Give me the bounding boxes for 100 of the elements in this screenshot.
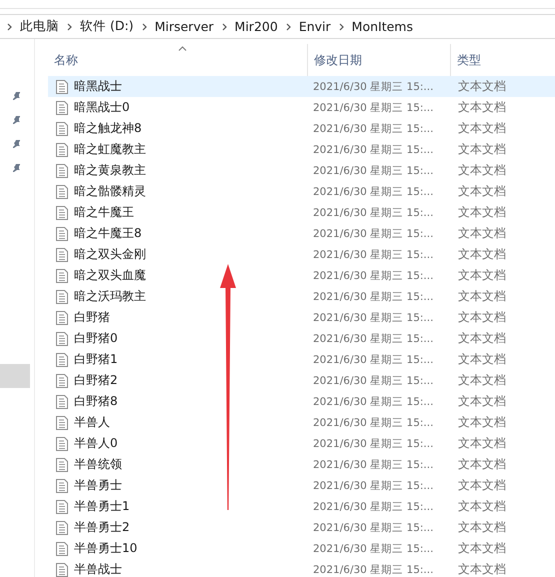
file-name: 白野猪1 bbox=[74, 351, 118, 368]
modified-date: 2021/6/30 星期三 15:... bbox=[312, 268, 434, 282]
file-name: 暗之触龙神8 bbox=[74, 120, 142, 137]
file-type: 文本文档 bbox=[457, 225, 507, 242]
file-row[interactable]: 暗黑战士0 2021/6/30 星期三 15:... 文本文档 bbox=[48, 97, 555, 118]
breadcrumb-item[interactable]: Mir200 bbox=[232, 19, 280, 34]
chevron-right-icon[interactable] bbox=[7, 22, 12, 30]
pin-icon[interactable] bbox=[12, 163, 22, 173]
document-icon bbox=[56, 226, 68, 240]
file-type: 文本文档 bbox=[457, 498, 507, 515]
file-row[interactable]: 半兽人0 2021/6/30 星期三 15:... 文本文档 bbox=[48, 433, 555, 454]
document-icon bbox=[56, 164, 68, 178]
file-row[interactable]: 半兽战士 2021/6/30 星期三 15:... 文本文档 bbox=[48, 559, 555, 577]
file-row[interactable]: 暗之双头金刚 2021/6/30 星期三 15:... 文本文档 bbox=[48, 244, 555, 265]
chevron-right-icon[interactable] bbox=[67, 22, 72, 30]
modified-date: 2021/6/30 星期三 15:... bbox=[312, 164, 434, 178]
file-type: 文本文档 bbox=[457, 330, 507, 347]
document-icon bbox=[56, 520, 68, 534]
file-type: 文本文档 bbox=[457, 372, 507, 389]
file-name: 暗之牛魔王 bbox=[74, 204, 134, 221]
breadcrumb-item[interactable]: 软件 (D:) bbox=[78, 18, 136, 35]
file-name: 白野猪 bbox=[74, 309, 110, 326]
breadcrumb-item[interactable]: Envir bbox=[296, 19, 333, 34]
file-row[interactable]: 暗之沃玛教主 2021/6/30 星期三 15:... 文本文档 bbox=[48, 286, 555, 307]
document-icon bbox=[56, 332, 68, 346]
modified-date: 2021/6/30 星期三 15:... bbox=[312, 206, 434, 220]
file-type: 文本文档 bbox=[457, 477, 507, 494]
file-row[interactable]: 暗之骷髅精灵 2021/6/30 星期三 15:... 文本文档 bbox=[48, 181, 555, 202]
file-name: 暗之双头血魔 bbox=[74, 267, 146, 284]
pin-icon[interactable] bbox=[12, 115, 22, 125]
document-icon bbox=[56, 352, 68, 366]
document-icon bbox=[56, 478, 68, 492]
breadcrumb-item[interactable]: Mirserver bbox=[152, 19, 216, 34]
file-type: 文本文档 bbox=[457, 120, 507, 137]
file-type: 文本文档 bbox=[457, 540, 507, 557]
file-row[interactable]: 半兽人 2021/6/30 星期三 15:... 文本文档 bbox=[48, 412, 555, 433]
modified-date: 2021/6/30 星期三 15:... bbox=[312, 310, 434, 324]
file-type: 文本文档 bbox=[457, 204, 507, 221]
file-type: 文本文档 bbox=[457, 561, 507, 577]
file-row[interactable]: 暗黑战士 2021/6/30 星期三 15:... 文本文档 bbox=[48, 76, 555, 97]
document-icon bbox=[56, 100, 68, 114]
file-name: 暗之牛魔王8 bbox=[74, 225, 142, 242]
document-icon bbox=[56, 394, 68, 408]
document-icon bbox=[56, 206, 68, 220]
file-name: 半兽人0 bbox=[74, 435, 118, 452]
modified-date: 2021/6/30 星期三 15:... bbox=[312, 416, 434, 430]
file-row[interactable]: 半兽勇士1 2021/6/30 星期三 15:... 文本文档 bbox=[48, 496, 555, 517]
modified-date: 2021/6/30 星期三 15:... bbox=[312, 184, 434, 198]
modified-date: 2021/6/30 星期三 15:... bbox=[312, 520, 434, 534]
document-icon bbox=[56, 436, 68, 450]
file-type: 文本文档 bbox=[457, 414, 507, 431]
file-row[interactable]: 白野猪2 2021/6/30 星期三 15:... 文本文档 bbox=[48, 370, 555, 391]
modified-date: 2021/6/30 星期三 15:... bbox=[312, 80, 434, 94]
column-header[interactable]: 名称 bbox=[48, 44, 307, 76]
file-row[interactable]: 暗之双头血魔 2021/6/30 星期三 15:... 文本文档 bbox=[48, 265, 555, 286]
file-row[interactable]: 半兽统领 2021/6/30 星期三 15:... 文本文档 bbox=[48, 454, 555, 475]
breadcrumb-item[interactable]: 此电脑 bbox=[18, 18, 61, 35]
file-row[interactable]: 暗之触龙神8 2021/6/30 星期三 15:... 文本文档 bbox=[48, 118, 555, 139]
document-icon bbox=[56, 374, 68, 388]
file-row[interactable]: 半兽勇士 2021/6/30 星期三 15:... 文本文档 bbox=[48, 475, 555, 496]
document-icon bbox=[56, 500, 68, 514]
file-row[interactable]: 暗之虹魔教主 2021/6/30 星期三 15:... 文本文档 bbox=[48, 139, 555, 160]
breadcrumb-item[interactable]: MonItems bbox=[350, 19, 415, 34]
document-icon bbox=[56, 122, 68, 136]
chevron-right-icon[interactable] bbox=[338, 22, 344, 30]
document-icon bbox=[56, 290, 68, 304]
document-icon bbox=[56, 310, 68, 324]
chevron-right-icon[interactable] bbox=[142, 22, 147, 30]
modified-date: 2021/6/30 星期三 15:... bbox=[312, 542, 434, 556]
modified-date: 2021/6/30 星期三 15:... bbox=[312, 436, 434, 450]
file-row[interactable]: 白野猪 2021/6/30 星期三 15:... 文本文档 bbox=[48, 307, 555, 328]
file-name: 半兽勇士 bbox=[74, 477, 122, 494]
file-row[interactable]: 暗之黄泉教主 2021/6/30 星期三 15:... 文本文档 bbox=[48, 160, 555, 181]
file-type: 文本文档 bbox=[457, 99, 507, 116]
file-name: 半兽统领 bbox=[74, 456, 122, 473]
modified-date: 2021/6/30 星期三 15:... bbox=[312, 458, 434, 472]
file-name: 暗黑战士 bbox=[74, 78, 122, 95]
file-row[interactable]: 半兽勇士2 2021/6/30 星期三 15:... 文本文档 bbox=[48, 517, 555, 538]
modified-date: 2021/6/30 星期三 15:... bbox=[312, 374, 434, 388]
pin-icon[interactable] bbox=[12, 139, 22, 149]
file-row[interactable]: 白野猪8 2021/6/30 星期三 15:... 文本文档 bbox=[48, 391, 555, 412]
modified-date: 2021/6/30 星期三 15:... bbox=[312, 394, 434, 408]
file-type: 文本文档 bbox=[457, 78, 507, 95]
file-row[interactable]: 白野猪0 2021/6/30 星期三 15:... 文本文档 bbox=[48, 328, 555, 349]
document-icon bbox=[56, 268, 68, 282]
chevron-right-icon[interactable] bbox=[222, 22, 227, 30]
modified-date: 2021/6/30 星期三 15:... bbox=[312, 290, 434, 304]
file-row[interactable]: 白野猪1 2021/6/30 星期三 15:... 文本文档 bbox=[48, 349, 555, 370]
file-type: 文本文档 bbox=[457, 288, 507, 305]
file-name: 半兽勇士10 bbox=[74, 540, 138, 557]
file-row[interactable]: 暗之牛魔王 2021/6/30 星期三 15:... 文本文档 bbox=[48, 202, 555, 223]
file-row[interactable]: 半兽勇士10 2021/6/30 星期三 15:... 文本文档 bbox=[48, 538, 555, 559]
modified-date: 2021/6/30 星期三 15:... bbox=[312, 248, 434, 262]
file-name: 暗之沃玛教主 bbox=[74, 288, 146, 305]
file-name: 半兽人 bbox=[74, 414, 110, 431]
modified-date: 2021/6/30 星期三 15:... bbox=[312, 332, 434, 346]
pin-icon[interactable] bbox=[12, 91, 22, 101]
document-icon bbox=[56, 542, 68, 556]
file-row[interactable]: 暗之牛魔王8 2021/6/30 星期三 15:... 文本文档 bbox=[48, 223, 555, 244]
chevron-right-icon[interactable] bbox=[286, 22, 291, 30]
